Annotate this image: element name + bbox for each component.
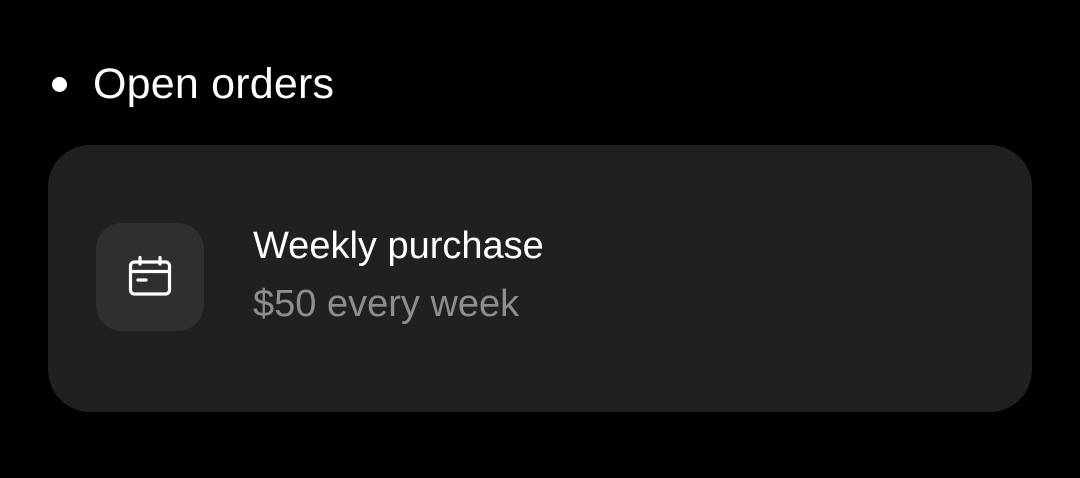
order-icon-tile (96, 223, 204, 331)
section-header: Open orders (52, 58, 334, 110)
order-text: Weekly purchase $50 every week (253, 223, 544, 327)
order-subtitle: $50 every week (253, 283, 520, 325)
open-order-card[interactable]: Weekly purchase $50 every week (48, 145, 1032, 412)
calendar-icon (128, 255, 172, 296)
bullet-dot (52, 76, 67, 92)
section-title: Open orders (93, 59, 335, 108)
order-title: Weekly purchase (253, 225, 544, 267)
